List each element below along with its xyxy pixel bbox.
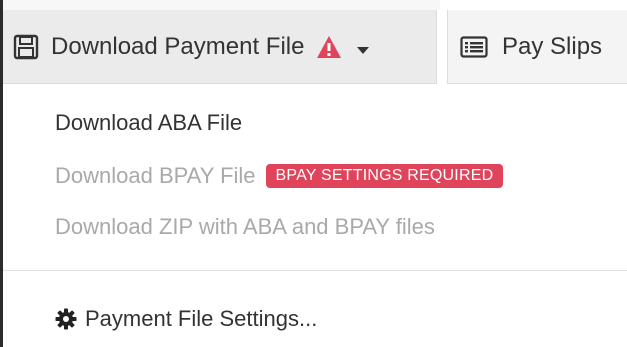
menu-item-label: Download ABA File	[55, 110, 243, 135]
download-dropdown-menu: Download ABA File Download BPAY File BPA…	[3, 84, 627, 347]
menu-item-payment-file-settings[interactable]: Payment File Settings...	[55, 306, 317, 332]
menu-item-label: Download BPAY File	[55, 163, 256, 188]
menu-item-download-bpay: Download BPAY File BPAY SETTINGS REQUIRE…	[55, 163, 504, 189]
pay-slips-label: Pay Slips	[502, 32, 603, 60]
caret-down-icon	[356, 42, 370, 54]
menu-item-download-zip: Download ZIP with ABA and BPAY files	[55, 214, 435, 240]
menu-divider	[3, 270, 627, 271]
save-icon	[13, 34, 39, 60]
list-icon	[460, 35, 488, 58]
gear-icon	[55, 308, 77, 330]
download-payment-file-button[interactable]: Download Payment File	[3, 10, 437, 84]
pay-slips-button[interactable]: Pay Slips	[447, 10, 627, 84]
bpay-settings-required-badge: BPAY SETTINGS REQUIRED	[265, 164, 504, 188]
menu-item-label: Download ZIP with ABA and BPAY files	[55, 214, 435, 239]
download-payment-file-label: Download Payment File	[51, 32, 305, 60]
menu-item-download-aba[interactable]: Download ABA File	[55, 110, 242, 136]
payment-file-settings-label: Payment File Settings...	[85, 306, 318, 331]
dropdown-screen: Download Payment File Pay Slips Download…	[0, 0, 627, 347]
warning-icon	[316, 35, 342, 59]
toolbar-strip	[0, 0, 440, 10]
